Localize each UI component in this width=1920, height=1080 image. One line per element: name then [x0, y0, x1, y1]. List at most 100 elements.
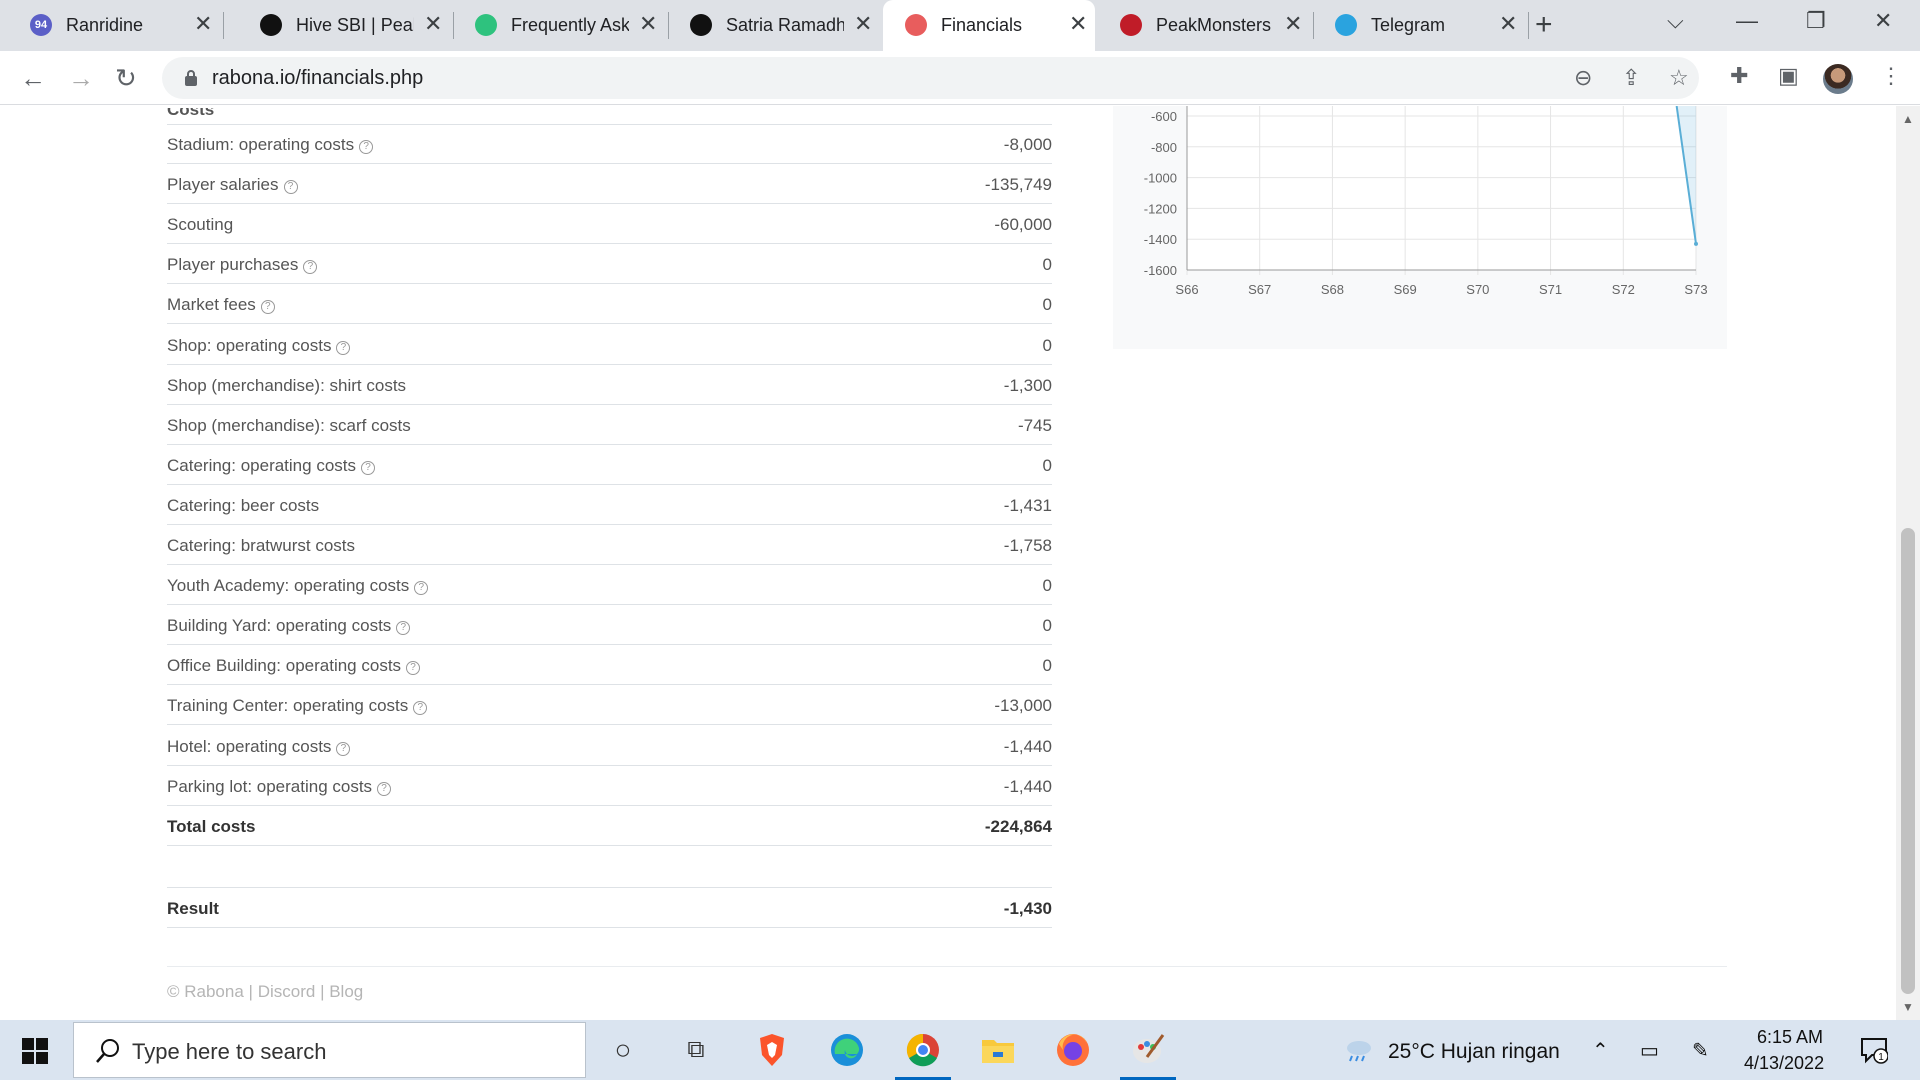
help-icon[interactable]: ? [396, 621, 411, 636]
file-explorer-icon[interactable] [978, 1030, 1018, 1070]
browser-toolbar: ← → ↻ rabona.io/financials.php ⊖ ⇪ ☆ ✚ ▣… [0, 51, 1920, 105]
row-value: -1,300 [1003, 375, 1052, 395]
share-icon[interactable]: ⇪ [1622, 65, 1640, 91]
row-value: -745 [1017, 415, 1052, 435]
weather-rain-icon[interactable] [1343, 1038, 1375, 1062]
help-icon[interactable]: ? [260, 300, 275, 315]
tab-close-icon[interactable]: ✕ [194, 12, 212, 36]
chart-plot-area [1187, 106, 1696, 270]
row-value: 0 [1042, 455, 1052, 475]
profile-avatar[interactable] [1823, 64, 1853, 94]
tab-telegram[interactable]: Telegram ✕ [1313, 0, 1529, 51]
row-label: Training Center: operating costs? [167, 696, 428, 716]
tab-close-icon[interactable]: ✕ [1284, 12, 1302, 36]
bookmark-star-icon[interactable]: ☆ [1669, 65, 1689, 91]
help-icon[interactable]: ? [377, 781, 392, 796]
cost-row: Stadium: operating costs? -8,000 [167, 124, 1052, 164]
clock-date[interactable]: 4/13/2022 [1744, 1053, 1824, 1074]
page-scrollbar[interactable]: ▲ ▼ [1896, 106, 1920, 1020]
task-view-icon[interactable]: ⧉ [676, 1030, 716, 1070]
cost-row: Office Building: operating costs? 0 [167, 645, 1052, 686]
clock-time[interactable]: 6:15 AM [1755, 1027, 1825, 1048]
pen-icon[interactable]: ✎ [1692, 1038, 1709, 1063]
url-text[interactable]: rabona.io/financials.php [212, 67, 423, 90]
row-label: Shop (merchandise): shirt costs [167, 375, 407, 395]
side-panel-icon[interactable]: ▣ [1778, 63, 1799, 89]
cost-row: Catering: operating costs? 0 [167, 445, 1052, 485]
extensions-icon[interactable]: ✚ [1730, 63, 1748, 89]
tab-title: Satria Ramadh [726, 15, 844, 35]
firefox-browser-icon[interactable] [1053, 1030, 1093, 1070]
tab-favicon-icon [1335, 14, 1357, 36]
scroll-up-arrow[interactable]: ▲ [1902, 112, 1914, 126]
help-icon[interactable]: ? [414, 581, 429, 596]
row-value: -1,440 [1003, 776, 1052, 796]
tab-ranridine[interactable]: 94 Ranridine ✕ [8, 0, 224, 51]
tab-peakmonsters[interactable]: PeakMonsters ✕ [1098, 0, 1314, 51]
row-value: 0 [1042, 656, 1052, 676]
back-button[interactable]: ← [20, 63, 46, 93]
windows-taskbar: Type here to search ○ ⧉ 25°C Hujan ringa… [0, 1020, 1920, 1080]
brave-browser-icon[interactable] [752, 1030, 792, 1070]
row-value: 0 [1042, 335, 1052, 355]
row-value: 0 [1042, 255, 1052, 275]
address-bar[interactable]: rabona.io/financials.php ⊖ ⇪ ☆ [162, 57, 1699, 99]
cortana-icon[interactable]: ○ [603, 1030, 643, 1070]
windows-start-icon[interactable] [22, 1038, 48, 1064]
weather-text[interactable]: 25°C Hujan ringan [1388, 1040, 1560, 1064]
close-window-button[interactable]: ✕ [1874, 8, 1892, 34]
minimize-button[interactable]: — [1736, 8, 1758, 34]
tab-title: Frequently Ask [511, 15, 629, 35]
help-icon[interactable]: ? [303, 260, 318, 275]
chart-xtick-label: S72 [1612, 282, 1635, 297]
row-label: Scouting [167, 215, 234, 235]
footer-link-discord[interactable]: Discord [258, 982, 316, 1001]
row-label: Player purchases? [167, 255, 318, 275]
taskbar-search-box[interactable]: Type here to search [73, 1022, 586, 1078]
help-icon[interactable]: ? [406, 661, 421, 676]
page-content: Costs Stadium: operating costs? -8,000 Pla… [0, 106, 1896, 1020]
tab-close-icon[interactable]: ✕ [1069, 12, 1087, 36]
new-tab-button[interactable]: + [1535, 8, 1553, 42]
cost-row: Shop: operating costs? 0 [167, 325, 1052, 365]
tab-close-icon[interactable]: ✕ [1499, 12, 1517, 36]
reload-button[interactable]: ↻ [115, 63, 137, 93]
tab-hive-sbi-peak[interactable]: Hive SBI | Peak ✕ [238, 0, 454, 51]
help-icon[interactable]: ? [413, 701, 428, 716]
chart-ytick-label: -1400 [1144, 232, 1177, 247]
battery-icon[interactable]: ▭ [1640, 1038, 1659, 1063]
row-label: Office Building: operating costs? [167, 656, 421, 676]
footer-link-blog[interactable]: Blog [329, 982, 363, 1001]
row-value: -224,864 [984, 816, 1052, 836]
tab-frequently-ask[interactable]: Frequently Ask ✕ [453, 0, 669, 51]
menu-icon[interactable]: ⋮ [1880, 63, 1902, 89]
tab-satria-ramadh[interactable]: Satria Ramadh ✕ [668, 0, 884, 51]
tab-close-icon[interactable]: ✕ [854, 12, 872, 36]
row-label: Result [167, 898, 219, 918]
paint-app-icon[interactable] [1120, 1030, 1176, 1080]
help-icon[interactable]: ? [336, 340, 351, 355]
scroll-down-arrow[interactable]: ▼ [1902, 1000, 1914, 1014]
forward-button[interactable]: → [68, 63, 94, 93]
tab-financials[interactable]: Financials ✕ [883, 0, 1095, 51]
scroll-thumb[interactable] [1901, 528, 1915, 994]
tab-close-icon[interactable]: ✕ [424, 12, 442, 36]
tab-title: PeakMonsters [1156, 15, 1272, 35]
help-icon[interactable]: ? [336, 741, 351, 756]
cost-row: Market fees? 0 [167, 284, 1052, 325]
restore-button[interactable]: ❐ [1806, 8, 1826, 34]
cost-row: Parking lot: operating costs? -1,440 [167, 766, 1052, 806]
tab-strip: 94 Ranridine ✕ Hive SBI | Peak ✕ Frequently A… [0, 0, 1920, 51]
tab-search-icon[interactable]: ⌵ [1667, 8, 1684, 34]
notification-center-icon[interactable]: 1 [1860, 1036, 1888, 1064]
help-icon[interactable]: ? [359, 140, 374, 154]
tab-close-icon[interactable]: ✕ [639, 12, 657, 36]
zoom-icon[interactable]: ⊖ [1574, 65, 1592, 91]
tray-chevron-up-icon[interactable]: ⌃ [1592, 1038, 1609, 1063]
edge-browser-icon[interactable] [827, 1030, 867, 1070]
help-icon[interactable]: ? [361, 460, 375, 475]
help-icon[interactable]: ? [283, 180, 298, 195]
row-label: Market fees? [167, 295, 275, 315]
chrome-browser-icon[interactable] [895, 1030, 951, 1080]
chart-ytick-label: -800 [1151, 140, 1177, 155]
